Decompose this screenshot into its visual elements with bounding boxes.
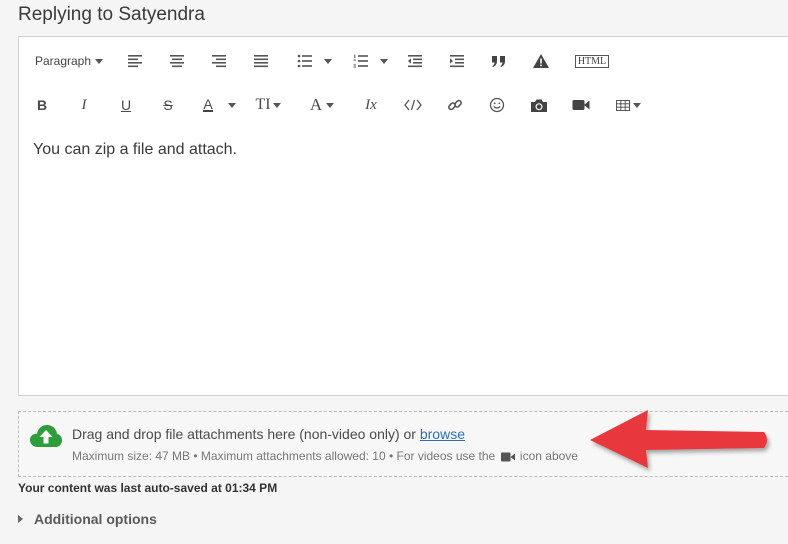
table-icon <box>615 99 630 111</box>
html-icon: HTML <box>574 54 610 68</box>
underline-icon: U <box>120 97 132 113</box>
font-size-icon: TI <box>255 96 271 113</box>
font-family-button[interactable]: A <box>305 85 339 125</box>
underline-button[interactable]: U <box>115 85 137 125</box>
browse-link[interactable]: browse <box>420 426 465 442</box>
dropzone-instructions: Drag and drop file attachments here (non… <box>72 426 465 442</box>
red-arrow-annotation <box>590 410 767 468</box>
editor-content[interactable]: You can zip a file and attach. <box>33 141 237 159</box>
warning-button[interactable] <box>529 41 553 81</box>
blockquote-button[interactable] <box>487 41 511 81</box>
paragraph-dropdown[interactable]: Paragraph <box>33 41 105 81</box>
font-size-button[interactable]: TI <box>251 85 285 125</box>
chevron-down-icon <box>272 102 281 108</box>
numbered-list-button[interactable] <box>349 41 373 81</box>
outdent-button[interactable] <box>403 41 427 81</box>
toolbar-row-2: B I U S A TI A Ix <box>19 85 788 125</box>
toolbar-row-1: Paragraph HTML <box>19 41 788 81</box>
clear-format-button[interactable]: Ix <box>359 85 383 125</box>
italic-button[interactable]: I <box>73 85 95 125</box>
cloud-upload-icon <box>30 425 62 447</box>
dropzone-limits-suffix: icon above <box>519 449 578 463</box>
camera-icon <box>531 99 547 112</box>
chevron-down-icon <box>380 58 388 64</box>
video-button[interactable] <box>569 85 593 125</box>
text-color-icon: A <box>203 96 213 112</box>
align-right-button[interactable] <box>207 41 231 81</box>
camera-button[interactable] <box>527 85 551 125</box>
link-button[interactable] <box>443 85 467 125</box>
code-icon <box>404 99 422 111</box>
bullet-list-dropdown[interactable] <box>321 41 335 81</box>
indent-icon <box>450 55 464 68</box>
chevron-right-icon <box>18 515 23 523</box>
chevron-down-icon <box>324 58 332 64</box>
text-color-button[interactable]: A <box>197 85 219 125</box>
quote-icon <box>492 56 505 67</box>
code-button[interactable] <box>401 85 425 125</box>
bold-icon: B <box>36 97 48 113</box>
html-button[interactable]: HTML <box>571 41 613 81</box>
align-right-icon <box>212 55 226 68</box>
outdent-icon <box>408 55 422 68</box>
emoji-button[interactable] <box>485 85 509 125</box>
emoji-icon <box>489 97 505 113</box>
clear-format-icon: Ix <box>365 96 377 113</box>
indent-button[interactable] <box>445 41 469 81</box>
autosave-status: Your content was last auto-saved at 01:3… <box>18 481 278 495</box>
italic-icon: I <box>81 96 87 113</box>
chevron-down-icon <box>632 102 641 108</box>
dropzone-limits: Maximum size: 47 MB • Maximum attachment… <box>72 449 578 463</box>
video-icon <box>572 100 590 110</box>
bold-button[interactable]: B <box>31 85 53 125</box>
numbered-list-dropdown[interactable] <box>377 41 391 81</box>
align-left-icon <box>128 55 142 68</box>
paragraph-label: Paragraph <box>34 54 92 68</box>
align-center-button[interactable] <box>165 41 189 81</box>
chevron-down-icon <box>228 102 236 108</box>
bullet-list-button[interactable] <box>293 41 317 81</box>
align-justify-button[interactable] <box>249 41 273 81</box>
video-icon <box>500 452 515 462</box>
rich-text-editor[interactable]: Paragraph HTML B I U S A TI A Ix You can… <box>18 36 788 396</box>
additional-options-label: Additional options <box>34 511 157 527</box>
align-center-icon <box>170 55 184 68</box>
chevron-down-icon <box>95 58 104 64</box>
align-justify-icon <box>254 55 268 68</box>
font-family-icon: A <box>309 95 323 114</box>
chevron-down-icon <box>326 102 335 108</box>
text-color-dropdown[interactable] <box>225 85 239 125</box>
dropzone-main-text: Drag and drop file attachments here (non… <box>72 426 420 442</box>
strikethrough-icon: S <box>163 97 173 113</box>
align-left-button[interactable] <box>123 41 147 81</box>
page-title: Replying to Satyendra <box>18 4 205 25</box>
warning-icon <box>533 54 549 68</box>
table-button[interactable] <box>611 85 645 125</box>
dropzone-limits-text: Maximum size: 47 MB • Maximum attachment… <box>72 449 496 463</box>
bullet-list-icon <box>297 54 312 68</box>
additional-options-toggle[interactable]: Additional options <box>18 511 157 527</box>
link-icon <box>448 99 462 111</box>
strikethrough-button[interactable]: S <box>157 85 179 125</box>
numbered-list-icon <box>353 54 368 68</box>
